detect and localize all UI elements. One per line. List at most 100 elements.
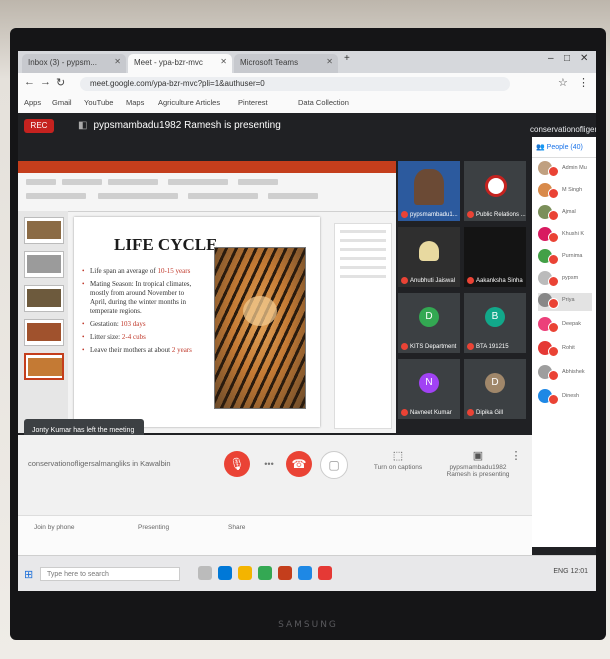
participant-tile[interactable]: Anubhuti Jaiswal	[398, 227, 460, 287]
mic-off-icon	[548, 232, 559, 243]
close-icon[interactable]: ✕	[220, 57, 227, 66]
close-icon[interactable]: ✕	[326, 57, 333, 66]
captions-icon: ⬚	[392, 450, 404, 462]
star-icon[interactable]: ☆	[558, 76, 568, 89]
slide-thumbnail[interactable]	[24, 251, 64, 278]
close-icon[interactable]: ✕	[114, 57, 121, 66]
bookmark-agriculture[interactable]: Agriculture Articles	[158, 98, 220, 107]
pane-line	[340, 230, 386, 233]
mic-off-icon: 🎙	[229, 457, 245, 471]
forward-icon[interactable]: →	[40, 76, 51, 88]
bullet-highlight: 2-4 cubs	[121, 333, 146, 341]
people-icon: 👥	[536, 144, 547, 151]
bullet-item: Leave their mothers at about 2 years	[82, 346, 192, 355]
captions-button[interactable]: ⬚ Turn on captions	[358, 449, 438, 471]
windows-taskbar: ⊞ Type here to search ENG 12:01	[18, 555, 596, 591]
presenting-chip[interactable]: Presenting	[138, 524, 169, 531]
slide-thumbnail-active[interactable]	[24, 353, 64, 380]
people-list-item[interactable]: Purnima	[538, 249, 592, 267]
people-list-item[interactable]: Abhishek	[538, 365, 592, 383]
pane-line	[340, 239, 386, 242]
bookmark-maps[interactable]: Maps	[126, 98, 144, 107]
participant-tile[interactable]: B BTA 191215	[464, 293, 526, 353]
url-input[interactable]: meet.google.com/ypa-bzr-mvc?pli=1&authus…	[80, 77, 510, 91]
people-list-item[interactable]: M Singh	[538, 183, 592, 201]
people-list-item[interactable]: pypsm	[538, 271, 592, 289]
menu-icon[interactable]: ⋮	[578, 76, 589, 89]
mic-off-icon	[401, 342, 408, 350]
word-icon[interactable]	[298, 566, 312, 580]
bookmark-gmail[interactable]: Gmail	[52, 98, 72, 107]
maximize-icon[interactable]: □	[564, 53, 570, 64]
edge-icon[interactable]	[218, 566, 232, 580]
chrome-icon[interactable]	[258, 566, 272, 580]
slide-thumbnail[interactable]	[24, 217, 64, 244]
leave-call-button[interactable]: ☎	[286, 451, 312, 477]
bullet-text: Leave their mothers at about	[90, 346, 172, 354]
bookmark-youtube[interactable]: YouTube	[84, 98, 113, 107]
back-icon[interactable]: ←	[24, 76, 35, 88]
bullet-text: Mating Season: In tropical climates, mos…	[90, 280, 192, 315]
camera-toggle-button[interactable]: ▢	[320, 451, 348, 479]
more-options-button[interactable]: ⋮	[506, 449, 526, 464]
people-list-item[interactable]: Dinesh	[538, 389, 592, 407]
slide-thumbnail[interactable]	[24, 319, 64, 346]
taskbar-search-input[interactable]: Type here to search	[40, 567, 180, 581]
person-name: Deepak	[562, 321, 581, 327]
tab-gmail[interactable]: Inbox (3) - pypsm... ✕	[22, 54, 126, 73]
participant-tile[interactable]: N Navneet Kumar	[398, 359, 460, 419]
task-view-icon[interactable]	[198, 566, 212, 580]
windows-start-icon[interactable]: ⊞	[24, 568, 33, 581]
tab-label: Inbox (3) - pypsm...	[28, 58, 97, 67]
mic-off-icon	[401, 276, 408, 284]
phone-hangup-icon: ☎	[291, 457, 307, 471]
mic-off-icon	[548, 166, 559, 177]
reload-icon[interactable]: ↻	[56, 76, 65, 89]
new-tab-icon[interactable]: +	[344, 53, 350, 64]
people-list-item[interactable]: Ajmal	[538, 205, 592, 223]
bookmark-data[interactable]: Data Collection	[298, 98, 349, 107]
participant-avatar: B	[485, 307, 505, 327]
system-tray[interactable]: ENG 12:01	[553, 568, 588, 575]
bookmarks-bar: Apps Gmail YouTube Maps Agriculture Arti…	[18, 95, 596, 114]
file-explorer-icon[interactable]	[238, 566, 252, 580]
people-list-item[interactable]: Deepak	[538, 317, 592, 335]
mic-off-icon	[548, 276, 559, 287]
people-list-item[interactable]: Priya	[538, 293, 592, 311]
app-icon[interactable]	[318, 566, 332, 580]
tile-name: Anubhuti Jaiswal	[410, 278, 456, 284]
people-list-item[interactable]: Rohit	[538, 341, 592, 359]
mic-toggle-button[interactable]: 🎙	[224, 451, 250, 477]
bookmark-pinterest[interactable]: Pinterest	[238, 98, 268, 107]
participant-tile[interactable]: Aakanksha Sinha	[464, 227, 526, 287]
tiger-image	[214, 247, 306, 409]
participant-tile[interactable]: D KITS Department	[398, 293, 460, 353]
people-tab[interactable]: 👥 People (40)	[532, 137, 596, 158]
meeting-info-bar: Join by phone Presenting Share	[18, 515, 532, 556]
people-list-item[interactable]: Admin Mu	[538, 161, 592, 179]
close-window-icon[interactable]: ✕	[580, 53, 588, 64]
participant-avatar	[419, 241, 439, 261]
powerpoint-icon[interactable]	[278, 566, 292, 580]
people-panel: 👥 People (40) Admin Mu M Singh Ajmal Khu…	[532, 137, 596, 547]
people-list-item[interactable]: Khushi K	[538, 227, 592, 245]
meeting-details[interactable]: conservationofligersalmangliks in Kawalb…	[28, 459, 188, 468]
share-chip[interactable]: Share	[228, 524, 245, 531]
person-name: Rohit	[562, 345, 575, 351]
ribbon-tool	[268, 193, 318, 199]
participant-tile[interactable]: D Dipika Gill	[464, 359, 526, 419]
bullet-item: Life span an average of 10-15 years	[82, 267, 192, 276]
minimize-icon[interactable]: –	[548, 53, 554, 64]
bullet-highlight: 103 days	[120, 320, 146, 328]
slide-thumbnail[interactable]	[24, 285, 64, 312]
participant-tile[interactable]: Public Relations ...	[464, 161, 526, 221]
tile-name: pypsmambadu1...	[410, 212, 458, 218]
tab-meet[interactable]: Meet - ypa-bzr-mvc ✕	[128, 54, 232, 73]
person-name: pypsm	[562, 275, 579, 281]
tab-teams[interactable]: Microsoft Teams ✕	[234, 54, 338, 73]
join-by-phone-chip[interactable]: Join by phone	[34, 524, 74, 531]
bullet-item: Litter size: 2-4 cubs	[82, 333, 192, 342]
participant-tile[interactable]: pypsmambadu1...	[398, 161, 460, 221]
tab-label: Meet - ypa-bzr-mvc	[134, 58, 203, 67]
bookmark-apps[interactable]: Apps	[24, 98, 41, 107]
